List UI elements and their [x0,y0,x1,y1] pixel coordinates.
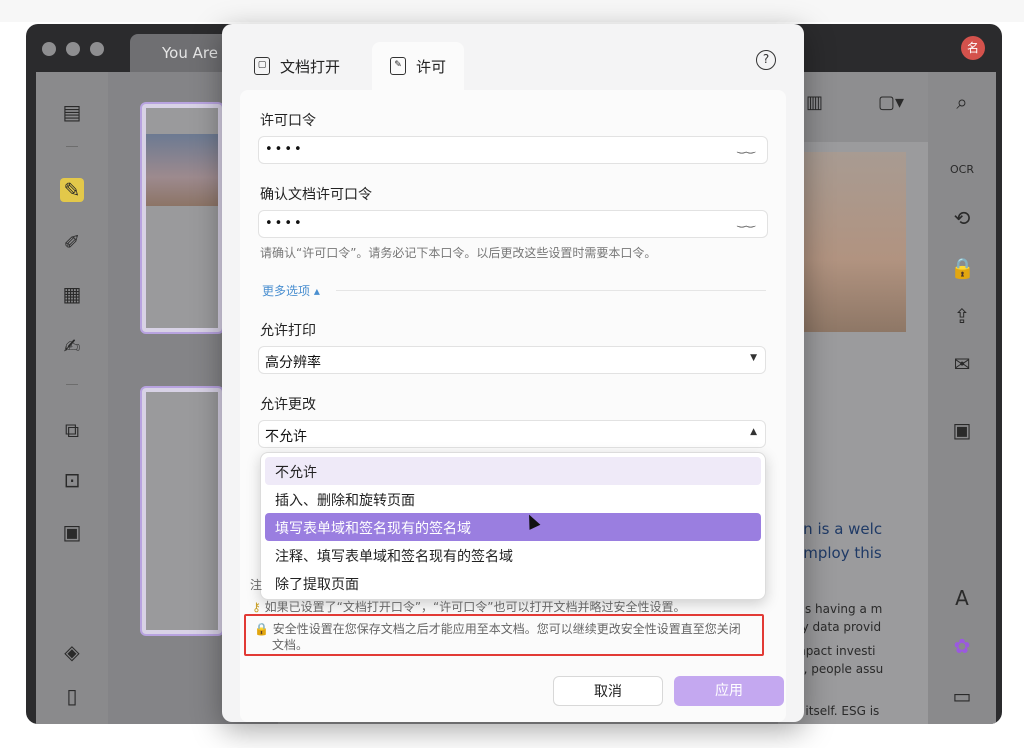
note-text: 如果已设置了“文档打开口令”，“许可口令”也可以打开文档并略过安全性设置。 [264,600,686,614]
background-strip [0,0,1024,22]
page-text: on is a welc [794,520,883,538]
page-thumbnail[interactable] [140,102,224,334]
tab-label: 文档打开 [280,57,341,76]
confirm-password-field[interactable]: •••• ‿‿ [258,210,768,238]
thumbnail-image [146,134,218,206]
password-hint: 请确认“许可口令”。请务必记下本口令。以后更改这些设置时需要本口令。 [260,246,657,260]
tab-label: 许可 [416,57,447,76]
translate-icon[interactable]: A [950,586,974,610]
page-text: , is having a m [794,602,883,616]
mail-icon[interactable]: ✉ [950,352,974,376]
page-layout-icon[interactable]: ▥ [806,92,823,113]
close-window-button[interactable] [42,42,56,56]
confirm-password-label: 确认文档许可口令 [260,187,372,203]
hide-password-icon[interactable]: ‿‿ [737,215,755,228]
dropdown-option[interactable]: 插入、删除和旋转页面 [265,485,761,513]
chevron-up-icon: ▲ [750,427,757,437]
crop-icon[interactable]: ⊡ [60,468,84,492]
page-text: n itself. ESG is [794,704,880,718]
select-value: 高分辨率 [265,355,321,371]
thumbnail-page [146,392,218,630]
cancel-button[interactable]: 取消 [553,676,663,706]
help-icon[interactable]: ? [756,50,776,70]
search-icon[interactable]: ⌕ [950,90,974,114]
bookmark-icon[interactable]: ▯ [60,684,84,708]
divider [66,384,78,385]
tab-document-open[interactable]: ▢ 文档打开 [236,42,358,90]
tab-permission[interactable]: ✎ 许可 [372,42,465,90]
page-thumbnail[interactable] [140,386,224,636]
page-text: employ this [794,544,882,562]
annotation-highlight-box [244,614,764,656]
user-avatar[interactable]: 名 [961,36,985,60]
key-icon: ⚷ [252,600,265,614]
minimize-window-button[interactable] [66,42,80,56]
dropdown-option[interactable]: 除了提取页面 [265,569,761,597]
save-icon[interactable]: ▣ [950,418,974,442]
reader-icon[interactable]: ▤ [60,100,84,124]
fill-sign-icon[interactable]: ✍ [60,334,84,358]
permission-password-field[interactable]: •••• ‿‿ [258,136,768,164]
hide-password-icon[interactable]: ‿‿ [737,141,755,154]
apply-button[interactable]: 应用 [674,676,784,706]
edit-text-icon[interactable]: ✐ [60,230,84,254]
select-value: 不允许 [265,429,307,445]
layers-icon[interactable]: ◈ [60,640,84,664]
left-toolbar: ▤ ✎ ✐ ▦ ✍ ⧉ ⊡ ▣ ◈ ▯ [36,72,108,724]
more-options-toggle[interactable]: 更多选项 ▴ [262,282,320,299]
zoom-window-button[interactable] [90,42,104,56]
note-prefix: 注 [250,578,263,592]
note-open-password: ⚷ 如果已设置了“文档打开口令”，“许可口令”也可以打开文档并略过安全性设置。 [252,598,685,615]
organize-pages-icon[interactable]: ⧉ [60,418,84,442]
comment-icon[interactable]: ▭ [950,684,974,708]
protect-icon[interactable]: 🔒 [950,256,975,280]
share-icon[interactable]: ⇪ [950,304,974,328]
document-edit-icon: ✎ [390,57,406,75]
page-text: rt, people assu [794,662,884,676]
convert-icon[interactable]: ⟲ [950,206,974,230]
dropdown-option[interactable]: 填写表单域和签名现有的签名域 [265,513,761,541]
stamp-icon[interactable]: ▣ [60,520,84,544]
allow-print-select[interactable]: 高分辨率 ▼ [258,346,766,374]
allow-changes-label: 允许更改 [260,397,316,413]
allow-changes-dropdown: 不允许 插入、删除和旋转页面 填写表单域和签名现有的签名域 注释、填写表单域和签… [260,452,766,600]
lock-icon: ▢ [254,57,270,75]
allow-print-label: 允许打印 [260,323,316,339]
ai-assistant-icon[interactable]: ✿ [950,634,974,658]
dropdown-option[interactable]: 不允许 [265,457,761,485]
form-icon[interactable]: ▦ [60,282,84,306]
permission-password-label: 许可口令 [260,113,316,129]
divider [66,146,78,147]
page-text: mpact investi [794,644,876,658]
highlighter-icon[interactable]: ✎ [60,178,84,202]
page-image [794,152,906,332]
dropdown-option[interactable]: 注释、填写表单域和签名现有的签名域 [265,541,761,569]
chevron-down-icon: ▼ [750,353,757,363]
password-value: •••• [265,216,304,231]
view-mode-icon[interactable]: ▢▾ [878,92,904,113]
ocr-icon[interactable]: OCR [950,158,974,182]
right-toolbar: ⌕ OCR ⟲ 🔒 ⇪ ✉ ▣ A ✿ ▭ [928,72,996,724]
divider [336,290,766,291]
allow-changes-select[interactable]: 不允许 ▲ [258,420,766,448]
page-text: by data provid [794,620,882,634]
password-value: •••• [265,142,304,157]
